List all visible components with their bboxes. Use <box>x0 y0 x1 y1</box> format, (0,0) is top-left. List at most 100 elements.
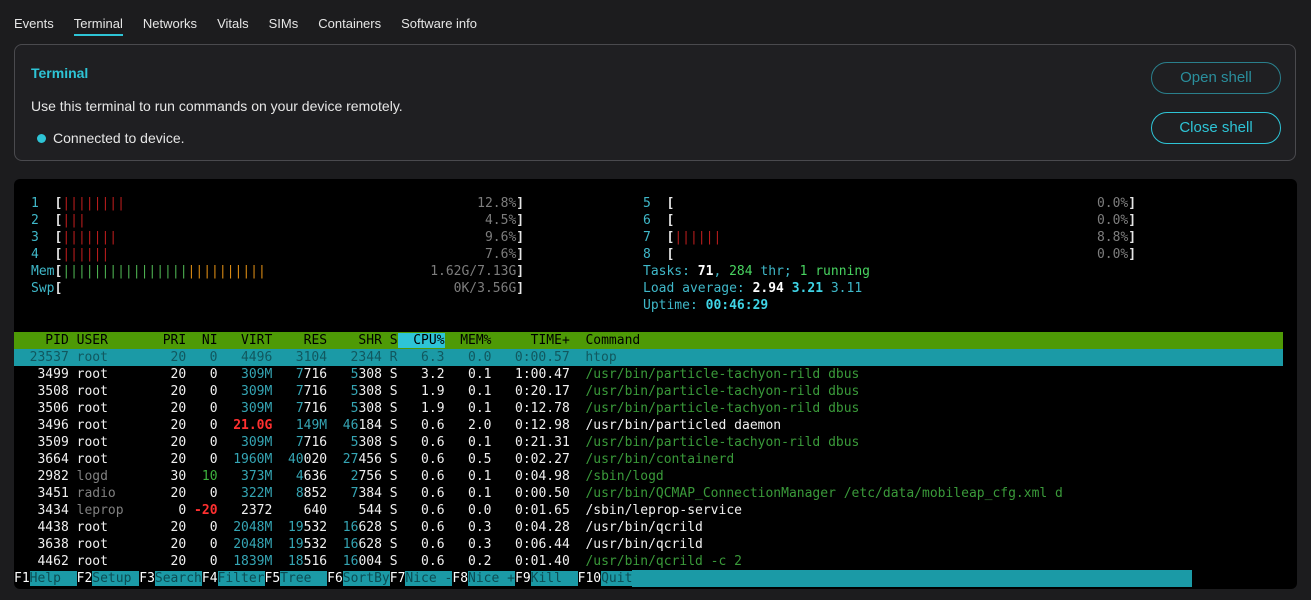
cpu-bar: |||||| <box>674 230 722 245</box>
process-row[interactable]: 3496 root 20 0 21.0G 149M 46184 S 0.6 2.… <box>14 417 781 434</box>
fkey-f9-label[interactable]: Kill <box>530 571 578 586</box>
fkey-f10-label[interactable]: Quit <box>601 571 633 586</box>
mem-percent: 2.0 <box>444 418 492 433</box>
process-row[interactable]: 3664 root 20 0 1960M 40020 27456 S 0.6 0… <box>14 451 734 468</box>
process-row[interactable]: 3509 root 20 0 309M 7716 5308 S 0.6 0.1 … <box>14 434 859 451</box>
mem-percent: 0.3 <box>444 537 492 552</box>
load-average-line: Load average: 2.94 3.21 3.11 <box>643 281 863 296</box>
state: S <box>381 384 398 399</box>
command: /usr/bin/qcrild <box>585 520 703 535</box>
process-row[interactable]: 4438 root 20 0 2048M 19532 16628 S 0.6 0… <box>14 519 703 536</box>
cpu-percent: 1.9 <box>397 401 445 416</box>
process-row[interactable]: 3451 radio 20 0 322M 8852 7384 S 0.6 0.1… <box>14 485 1062 502</box>
pri: 20 <box>131 554 187 569</box>
time: 0:01.65 <box>491 503 570 518</box>
fkey-f4[interactable]: F4 <box>202 571 218 586</box>
column-cpu[interactable]: CPU% <box>397 333 445 348</box>
column-virt[interactable]: VIRT <box>218 333 272 348</box>
fkey-f1-label[interactable]: Help <box>29 571 77 586</box>
column-pid[interactable]: PID <box>14 333 69 348</box>
card-title: Terminal <box>31 65 89 81</box>
tasks-count: 71 <box>697 264 714 279</box>
process-row[interactable]: 3506 root 20 0 309M 7716 5308 S 1.9 0.1 … <box>14 400 859 417</box>
cpu-percent: 0.6 <box>397 503 445 518</box>
column-shr[interactable]: SHR <box>327 333 382 348</box>
state: S <box>381 401 398 416</box>
ni: 0 <box>186 452 218 467</box>
virt: 1839M <box>233 554 273 569</box>
command: /usr/bin/particle-tachyon-rild dbus <box>585 435 860 450</box>
tab-networks[interactable]: Networks <box>143 16 197 36</box>
process-row[interactable]: 3508 root 20 0 309M 7716 5308 S 1.9 0.1 … <box>14 383 859 400</box>
pid: 3499 <box>14 367 69 382</box>
fkey-f8[interactable]: F8 <box>452 571 468 586</box>
virt: 1960M <box>233 452 273 467</box>
process-row[interactable]: 4462 root 20 0 1839M 18516 16004 S 0.6 0… <box>14 553 742 570</box>
cpu-percent: 3.2 <box>397 367 445 382</box>
fkey-f6[interactable]: F6 <box>327 571 343 586</box>
cpu-meter-4: 4 [|||||| 7.6%] <box>31 247 525 262</box>
fkey-f1[interactable]: F1 <box>14 571 30 586</box>
fkey-f9[interactable]: F9 <box>515 571 531 586</box>
fkey-f7-label[interactable]: Nice - <box>405 571 453 586</box>
user: root <box>76 537 132 552</box>
cpu-id: 4 <box>31 247 39 262</box>
ni: 0 <box>186 435 218 450</box>
tab-sims[interactable]: SIMs <box>269 16 299 36</box>
column-ni[interactable]: NI <box>186 333 218 348</box>
process-row[interactable]: 2982 logd 30 10 373M 4636 2756 S 0.6 0.1… <box>14 468 663 485</box>
tab-terminal[interactable]: Terminal <box>73 16 123 36</box>
close-shell-button[interactable]: Close shell <box>1151 112 1281 144</box>
column-pri[interactable]: PRI <box>131 333 187 348</box>
column-s[interactable]: S <box>382 333 398 348</box>
cpu-id: 5 <box>643 196 651 211</box>
process-row-selected[interactable]: 23537 root 20 0 4496 3104 2344 R 6.3 0.0… <box>14 349 1283 366</box>
time: 0:21.31 <box>491 435 570 450</box>
column-command[interactable]: Command <box>570 333 640 348</box>
user: root <box>76 367 132 382</box>
fkey-f10[interactable]: F10 <box>578 571 601 586</box>
user: root <box>76 401 132 416</box>
column-user[interactable]: USER <box>69 333 132 348</box>
command: /usr/bin/particle-tachyon-rild dbus <box>585 384 860 399</box>
state: S <box>381 537 398 552</box>
tab-events[interactable]: Events <box>14 16 54 36</box>
column-res[interactable]: RES <box>272 333 328 348</box>
pid: 3496 <box>14 418 69 433</box>
cpu-percent: 0.6 <box>397 554 445 569</box>
tab-software-info[interactable]: Software info <box>401 16 477 36</box>
running-count: 1 <box>799 264 808 279</box>
cpu-percent: 0.6 <box>397 435 445 450</box>
fkey-f7[interactable]: F7 <box>390 571 406 586</box>
open-shell-button[interactable]: Open shell <box>1151 62 1281 94</box>
cpu-id: 3 <box>31 230 39 245</box>
fkey-f5[interactable]: F5 <box>265 571 281 586</box>
process-row[interactable]: 3434 leprop 0 -20 2372 640 544 S 0.6 0.0… <box>14 502 742 519</box>
fkey-f3[interactable]: F3 <box>139 571 155 586</box>
fkey-f5-label[interactable]: Tree <box>280 571 328 586</box>
mem-percent: 0.1 <box>444 401 492 416</box>
cpu-percent: 0.6 <box>397 452 445 467</box>
column-time[interactable]: TIME+ <box>492 333 570 348</box>
fkey-f2-label[interactable]: Setup <box>92 571 140 586</box>
tab-vitals[interactable]: Vitals <box>217 16 249 36</box>
fkey-f4-label[interactable]: Filter <box>217 571 265 586</box>
user: root <box>76 384 132 399</box>
pri: 20 <box>131 537 187 552</box>
fkey-f6-label[interactable]: SortBy <box>342 571 390 586</box>
process-row[interactable]: 3638 root 20 0 2048M 19532 16628 S 0.6 0… <box>14 536 702 553</box>
pid: 4462 <box>14 554 69 569</box>
user: radio <box>76 486 132 501</box>
process-row[interactable]: 3499 root 20 0 309M 7716 5308 S 3.2 0.1 … <box>14 366 859 383</box>
column-mem[interactable]: MEM% <box>445 333 491 348</box>
fkey-f2[interactable]: F2 <box>77 571 93 586</box>
cpu-value: 0.0% <box>1096 213 1129 228</box>
user: leprop <box>76 503 132 518</box>
cpu-meter-6: 6 [ 0.0%] <box>643 213 1137 228</box>
mem-percent: 0.1 <box>444 469 492 484</box>
fkey-f8-label[interactable]: Nice + <box>468 571 515 586</box>
user: root <box>76 452 132 467</box>
terminal-screen[interactable]: 1 [|||||||| 12.8%] 2 [||| 4.5%] 3 [|||||||… <box>14 179 1297 589</box>
tab-containers[interactable]: Containers <box>318 16 381 36</box>
fkey-f3-label[interactable]: Search <box>154 571 202 586</box>
